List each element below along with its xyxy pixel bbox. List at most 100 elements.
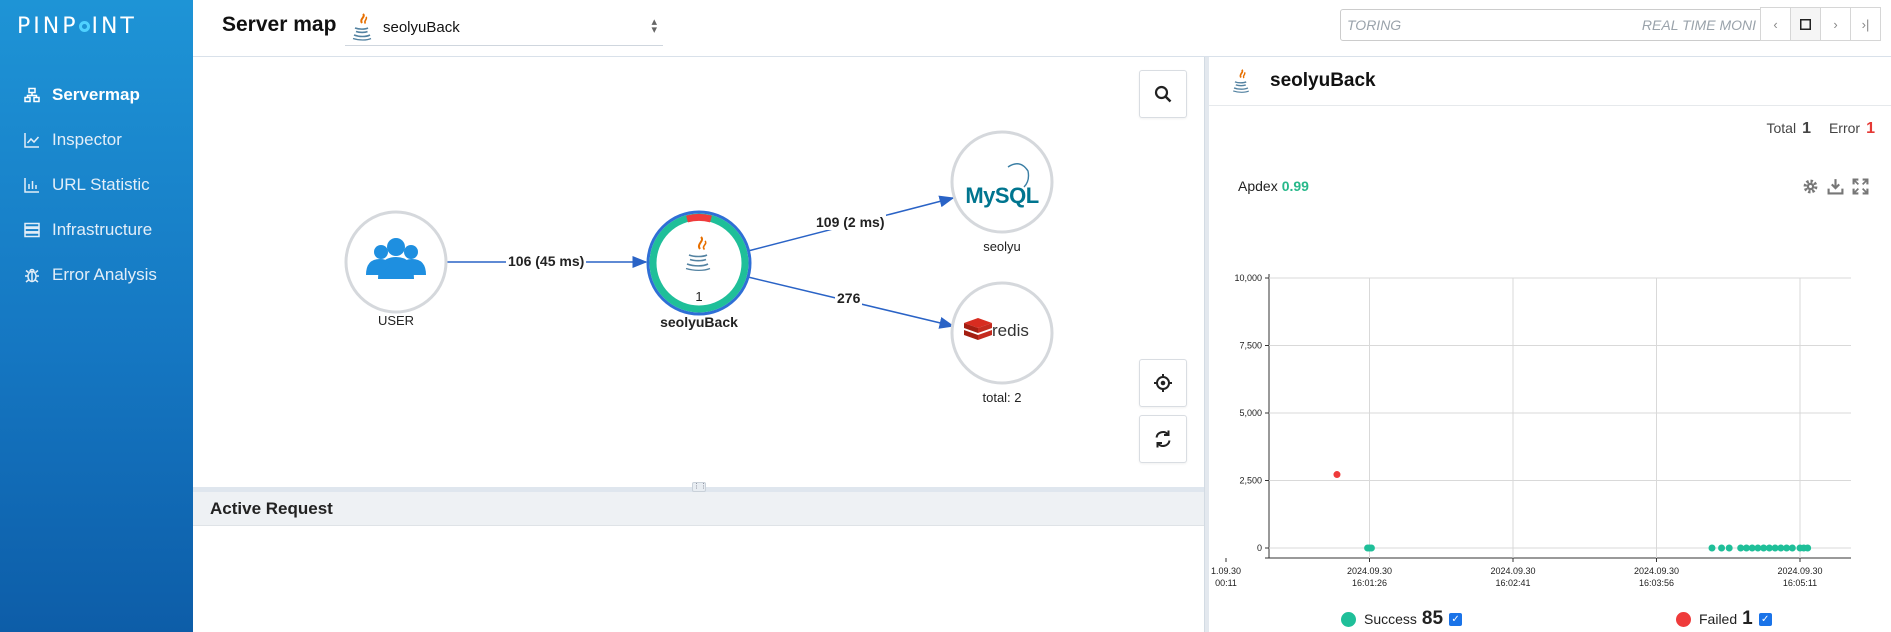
node-app-label: seolyuBack bbox=[660, 314, 738, 330]
application-select[interactable]: seolyuBack ▴ ▾ bbox=[345, 9, 663, 46]
java-icon bbox=[352, 13, 372, 41]
sidebar-item-infrastructure[interactable]: Infrastructure bbox=[0, 207, 193, 252]
legend-success[interactable]: Success 85 ✓ bbox=[1341, 608, 1463, 630]
detail-panel-app-name: seolyuBack bbox=[1270, 70, 1376, 91]
chart-tools bbox=[1802, 178, 1869, 195]
splitter-grip-icon[interactable]: ⋮⋮ bbox=[692, 482, 707, 492]
page-title: Server map bbox=[222, 13, 337, 36]
failed-point[interactable] bbox=[1333, 471, 1341, 479]
detail-panel: seolyuBack Total 1 Error 1 Apdex 0.99 10,000… bbox=[1209, 57, 1891, 632]
legend-failed-count: 1 bbox=[1742, 608, 1753, 629]
success-point[interactable] bbox=[1718, 544, 1726, 552]
x-tick-label-time: 16:01:26 bbox=[1352, 578, 1387, 588]
x-tick-label-time: 00:11 bbox=[1215, 578, 1237, 588]
last-button[interactable]: ›| bbox=[1850, 7, 1881, 41]
success-point[interactable] bbox=[1804, 544, 1812, 552]
active-request-title: Active Request bbox=[210, 499, 333, 518]
legend-success-count: 85 bbox=[1421, 608, 1444, 629]
map-search-button[interactable] bbox=[1139, 70, 1187, 118]
realtime-text-left: TORING bbox=[1347, 17, 1402, 33]
url-statistic-icon bbox=[24, 177, 39, 193]
sidebar: PINP INT Servermap Inspector URL Statisti… bbox=[0, 0, 193, 632]
apdex-label: Apdex bbox=[1238, 178, 1278, 194]
mysql-logo: MySQL bbox=[950, 183, 1054, 209]
success-point[interactable] bbox=[1708, 544, 1716, 552]
edge-app-redis-label[interactable]: 276 bbox=[835, 290, 863, 306]
success-dot-icon bbox=[1341, 611, 1356, 627]
next-button[interactable]: › bbox=[1820, 7, 1851, 41]
sidebar-item-inspector[interactable]: Inspector bbox=[0, 117, 193, 162]
inspector-icon bbox=[24, 132, 40, 148]
sidebar-item-url-statistic[interactable]: URL Statistic bbox=[0, 162, 193, 207]
java-icon bbox=[1233, 69, 1250, 93]
sidebar-item-label: Error Analysis bbox=[52, 264, 157, 284]
success-point[interactable] bbox=[1788, 544, 1796, 552]
chevron-right-icon: › bbox=[1833, 16, 1838, 32]
sidebar-nav: Servermap Inspector URL Statistic Infras… bbox=[0, 72, 193, 297]
edge-user-app-label[interactable]: 106 (45 ms) bbox=[506, 253, 587, 269]
success-point[interactable] bbox=[1725, 544, 1733, 552]
application-select-value: seolyuBack bbox=[383, 18, 460, 36]
error-value: 1 bbox=[1866, 120, 1875, 137]
expand-icon[interactable] bbox=[1852, 178, 1869, 195]
sidebar-item-error-analysis[interactable]: Error Analysis bbox=[0, 252, 193, 297]
node-mysql-label: seolyu bbox=[983, 239, 1021, 254]
x-tick-label-date: 2024.09.30 bbox=[1634, 566, 1679, 576]
totals: Total 1 Error 1 bbox=[1766, 120, 1875, 138]
sidebar-item-servermap[interactable]: Servermap bbox=[0, 72, 193, 117]
servermap-icon bbox=[24, 87, 40, 102]
mysql-logo-text: MySQL bbox=[965, 183, 1039, 208]
scatter-chart[interactable]: 10,000 7,500 5,000 2,500 0 1.09.30 00:11 2024.0… bbox=[1209, 207, 1891, 607]
detail-panel-header: seolyuBack bbox=[1209, 57, 1891, 106]
gear-icon[interactable] bbox=[1802, 178, 1819, 195]
node-user[interactable] bbox=[344, 210, 448, 314]
edge-app-mysql-label[interactable]: 109 (2 ms) bbox=[814, 214, 887, 230]
x-tick-label-date: 2024.09.30 bbox=[1347, 566, 1392, 576]
y-tick-label: 5,000 bbox=[1239, 408, 1262, 418]
y-tick-label: 2,500 bbox=[1239, 476, 1262, 486]
node-mysql[interactable] bbox=[950, 130, 1054, 234]
chevron-left-icon: ‹ bbox=[1773, 16, 1778, 32]
refresh-icon bbox=[1155, 430, 1171, 448]
stop-button[interactable] bbox=[1790, 7, 1821, 41]
download-icon[interactable] bbox=[1827, 178, 1844, 195]
sidebar-item-label: Infrastructure bbox=[52, 219, 153, 239]
y-tick-label: 7,500 bbox=[1239, 341, 1262, 351]
locate-icon bbox=[1154, 374, 1172, 392]
stop-icon bbox=[1800, 18, 1811, 30]
error-label: Error bbox=[1828, 120, 1861, 136]
node-user-label: USER bbox=[377, 313, 415, 328]
prev-button[interactable]: ‹ bbox=[1760, 7, 1791, 41]
server-map[interactable]: USER 1 seolyuBack MySQL seolyu redis tot… bbox=[193, 57, 1204, 487]
legend-success-label: Success bbox=[1364, 611, 1417, 627]
chevron-updown-icon: ▴ ▾ bbox=[651, 16, 657, 36]
apdex: Apdex 0.99 bbox=[1238, 178, 1309, 194]
x-tick-label-time: 16:05:11 bbox=[1783, 578, 1817, 588]
map-refresh-button[interactable] bbox=[1139, 415, 1187, 463]
search-icon bbox=[1154, 85, 1172, 103]
legend-failed-label: Failed bbox=[1699, 611, 1738, 627]
pinpoint-logo[interactable]: PINP INT bbox=[17, 14, 137, 39]
total-label: Total bbox=[1766, 120, 1797, 136]
x-tick-label-date: 2024.09.30 bbox=[1777, 566, 1822, 576]
legend-failed[interactable]: Failed 1 ✓ bbox=[1676, 608, 1772, 630]
apdex-value: 0.99 bbox=[1281, 178, 1309, 194]
x-tick-label-date: 1.09.30 bbox=[1211, 566, 1241, 576]
success-checkbox[interactable]: ✓ bbox=[1449, 612, 1463, 626]
x-tick-label-date: 2024.09.30 bbox=[1490, 566, 1535, 576]
sidebar-item-label: Inspector bbox=[52, 129, 122, 149]
server-map-canvas bbox=[344, 130, 1054, 385]
failed-dot-icon bbox=[1676, 611, 1691, 627]
map-locate-button[interactable] bbox=[1139, 359, 1187, 407]
realtime-monitoring-input[interactable]: TORING REAL TIME MONI bbox=[1340, 9, 1763, 41]
node-app-count: 1 bbox=[695, 289, 703, 304]
infrastructure-icon bbox=[24, 222, 40, 237]
x-tick-label-time: 16:03:56 bbox=[1639, 578, 1674, 588]
node-redis-label: total: 2 bbox=[982, 390, 1022, 405]
redis-logo-text: redis bbox=[992, 321, 1029, 340]
y-tick-label: 10,000 bbox=[1234, 273, 1262, 283]
failed-checkbox[interactable]: ✓ bbox=[1758, 612, 1772, 626]
sidebar-item-label: URL Statistic bbox=[52, 174, 150, 194]
success-point[interactable] bbox=[1367, 544, 1375, 552]
bug-icon bbox=[25, 268, 39, 283]
